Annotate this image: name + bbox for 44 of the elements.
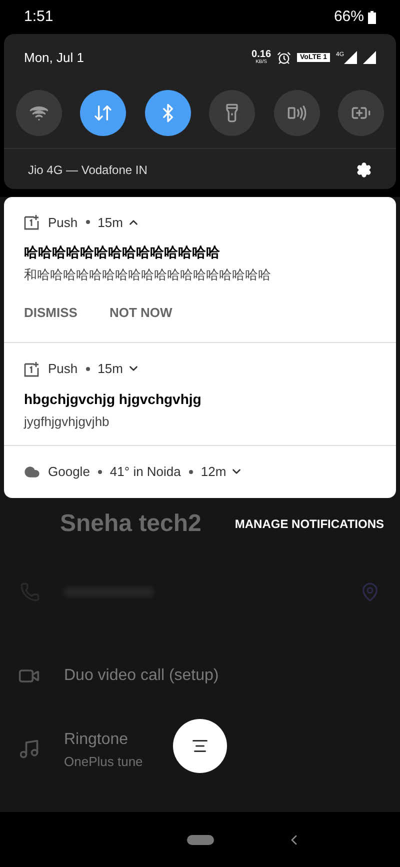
app-name: Push <box>48 360 78 378</box>
contact-name: Sneha tech2 <box>60 508 202 538</box>
setting-title: Duo video call (setup) <box>64 666 219 686</box>
app-logo-icon <box>24 360 40 377</box>
data-arrows-icon <box>93 102 114 122</box>
weather-summary: 41° in Noida <box>110 463 181 481</box>
battery-icon <box>368 10 376 24</box>
notification-time: 15m <box>98 360 123 378</box>
battery-percent: 66% <box>334 6 364 27</box>
app-name: Push <box>48 214 78 232</box>
floating-action-button[interactable] <box>173 719 227 773</box>
alarm-icon <box>277 50 292 65</box>
quick-tile[interactable] <box>16 90 62 136</box>
clock-time: 1:51 <box>24 6 54 27</box>
dot-separator <box>188 470 193 474</box>
quick-tile[interactable] <box>80 90 126 136</box>
location-pin-icon <box>360 582 380 602</box>
music-note-icon <box>18 738 40 760</box>
notification-time: 12m <box>200 463 226 481</box>
notification-body: 和哈哈哈哈哈哈哈哈哈哈哈哈哈哈哈哈哈哈 <box>24 266 272 284</box>
settings-icon[interactable] <box>356 162 372 178</box>
notification-action[interactable]: NOT NOW <box>109 302 172 322</box>
lines-icon <box>191 737 209 755</box>
notification-time: 15m <box>98 214 123 232</box>
app-name: Google <box>48 463 90 481</box>
signal-icon <box>344 51 357 64</box>
cloud-icon <box>24 464 40 480</box>
notification-action[interactable]: DISMISS <box>24 302 78 322</box>
notification-body: jygfhjgvhjgvjhb <box>24 412 110 431</box>
setting-subtitle: OnePlus tune <box>64 752 143 770</box>
carrier-label: Jio 4G — Vodafone IN <box>28 162 148 178</box>
dot-separator <box>98 470 102 474</box>
manage-notifications-button[interactable]: MANAGE NOTIFICATIONS <box>234 514 384 532</box>
dot-separator <box>86 366 90 371</box>
net-speed: 0.16 <box>252 50 272 60</box>
home-pill[interactable] <box>186 834 214 844</box>
notification-title: hbgchjgvchjg hjgvchgvhjg <box>24 390 202 409</box>
quick-tile[interactable] <box>144 90 191 136</box>
app-logo-icon <box>24 214 40 230</box>
signal-icon <box>363 51 376 64</box>
dot-separator <box>86 220 90 224</box>
setting-title: Ringtone <box>64 730 130 750</box>
notification-title: 哈哈哈哈哈哈哈哈哈哈哈哈哈哈 <box>24 243 221 262</box>
date-label: Mon, Jul 1 <box>24 49 84 67</box>
